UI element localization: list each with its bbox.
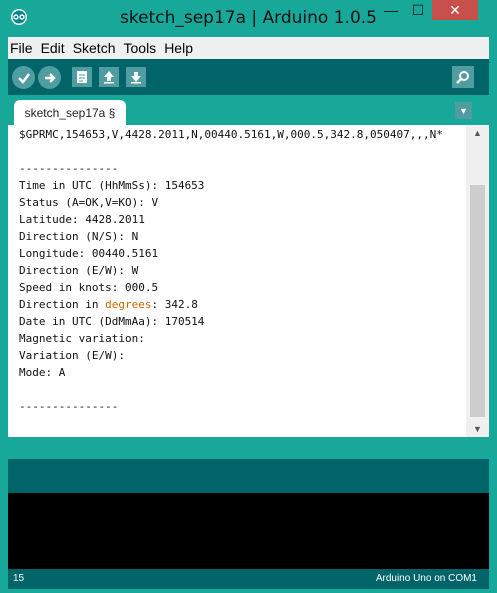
arduino-ide-window: sketch_sep17a | Arduino 1.0.5 — ☐ ✕ File… bbox=[0, 0, 497, 593]
editor-line-prefix: Direction in bbox=[19, 298, 106, 311]
upload-button[interactable] bbox=[38, 66, 61, 89]
scroll-thumb[interactable] bbox=[470, 185, 485, 417]
close-button[interactable]: ✕ bbox=[432, 0, 478, 20]
tab-strip: sketch_sep17a § ▼ bbox=[8, 95, 489, 125]
editor-line: Latitude: 4428.2011 bbox=[19, 213, 145, 226]
save-button[interactable] bbox=[126, 67, 146, 87]
toolbar bbox=[8, 59, 489, 95]
title-bar: sketch_sep17a | Arduino 1.0.5 — ☐ ✕ bbox=[0, 0, 497, 36]
editor-line: Status (A=OK,V=KO): V bbox=[19, 196, 159, 209]
editor-line: Direction in degrees: 342.8 bbox=[19, 296, 198, 313]
vertical-scrollbar[interactable]: ▲ ▼ bbox=[466, 125, 489, 437]
console-output[interactable] bbox=[8, 493, 489, 569]
upload-icon bbox=[44, 72, 56, 83]
editor-line: Direction (E/W): W bbox=[19, 264, 139, 277]
editor-line: Longitude: 00440.5161 bbox=[19, 247, 159, 260]
save-icon bbox=[131, 72, 141, 84]
menu-help[interactable]: Help bbox=[162, 40, 197, 56]
tab-menu-button[interactable]: ▼ bbox=[455, 102, 472, 119]
tab-sketch-sep17a[interactable]: sketch_sep17a § bbox=[14, 100, 126, 125]
menu-file[interactable]: File bbox=[8, 40, 37, 56]
menu-bar: File Edit Sketch Tools Help bbox=[8, 37, 489, 59]
editor-line: Time in UTC (HhMmSs): 154653 bbox=[19, 179, 205, 192]
editor-console-divider[interactable] bbox=[8, 437, 489, 459]
status-bar: 15 Arduino Uno on COM1 bbox=[8, 569, 489, 589]
verify-icon bbox=[17, 72, 30, 84]
editor-line-suffix: : 342.8 bbox=[151, 298, 198, 311]
chevron-down-icon: ▼ bbox=[459, 105, 468, 116]
editor-line: Magnetic variation: bbox=[19, 332, 145, 345]
editor-line: --------------- bbox=[19, 162, 119, 175]
open-button[interactable] bbox=[99, 67, 119, 87]
editor-line: --------------- bbox=[19, 400, 119, 413]
serial-monitor-icon bbox=[456, 71, 469, 84]
scroll-down-icon[interactable]: ▼ bbox=[466, 421, 489, 437]
editor-line: Variation (E/W): bbox=[19, 349, 125, 362]
editor-line: Mode: A bbox=[19, 366, 66, 379]
code-editor[interactable]: $GPRMC,154653,V,4428.2011,N,00440.5161,W… bbox=[8, 125, 466, 437]
menu-edit[interactable]: Edit bbox=[39, 40, 69, 56]
editor-line: Direction (N/S): N bbox=[19, 230, 139, 243]
open-icon bbox=[104, 71, 114, 84]
verify-button[interactable] bbox=[12, 66, 35, 89]
serial-monitor-button[interactable] bbox=[452, 66, 474, 88]
message-area bbox=[8, 459, 489, 493]
menu-sketch[interactable]: Sketch bbox=[71, 40, 120, 56]
board-port-info: Arduino Uno on COM1 bbox=[375, 573, 477, 584]
new-icon bbox=[77, 71, 87, 83]
new-button[interactable] bbox=[72, 67, 92, 87]
minimize-button[interactable]: — bbox=[378, 0, 404, 20]
editor-line: Speed in knots: 000.5 bbox=[19, 281, 159, 294]
line-number: 15 bbox=[13, 573, 25, 584]
editor-line: Date in UTC (DdMmAa): 170514 bbox=[19, 315, 205, 328]
scroll-up-icon[interactable]: ▲ bbox=[466, 125, 489, 141]
menu-tools[interactable]: Tools bbox=[122, 40, 161, 56]
maximize-button[interactable]: ☐ bbox=[405, 0, 431, 20]
keyword-degrees: degrees bbox=[105, 298, 152, 311]
editor-line: $GPRMC,154653,V,4428.2011,N,00440.5161,W… bbox=[19, 128, 443, 141]
